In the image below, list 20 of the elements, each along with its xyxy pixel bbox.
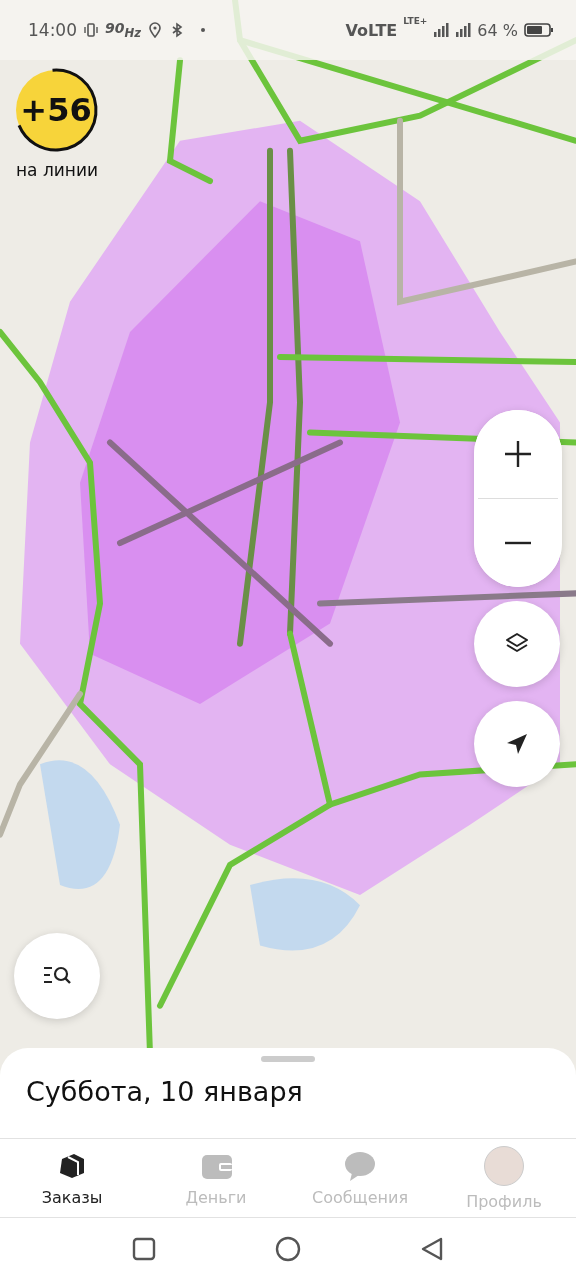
signal-icon: [455, 23, 472, 37]
vibrate-icon: [83, 22, 99, 38]
location-pin-icon: [147, 22, 164, 38]
lte-label: LTE+: [403, 16, 428, 26]
home-button[interactable]: [275, 1236, 301, 1262]
battery-percent: 64 %: [477, 20, 518, 40]
chat-bubble-icon: [344, 1149, 376, 1182]
refresh-rate: 90$_{Hz}$: [105, 20, 142, 40]
date-title: Суббота, 10 января: [26, 1076, 303, 1107]
minus-icon: [503, 541, 533, 545]
plus-icon: [503, 439, 533, 469]
avatar: [484, 1145, 524, 1186]
volte-label: VoLTE: [345, 20, 398, 40]
status-time: 14:00: [28, 20, 77, 40]
notification-dot: [201, 28, 206, 32]
drag-handle[interactable]: [261, 1056, 315, 1062]
battery-icon: [524, 22, 554, 38]
signal-icon: [433, 23, 450, 37]
back-button[interactable]: [419, 1236, 445, 1262]
recents-button[interactable]: [131, 1236, 157, 1262]
